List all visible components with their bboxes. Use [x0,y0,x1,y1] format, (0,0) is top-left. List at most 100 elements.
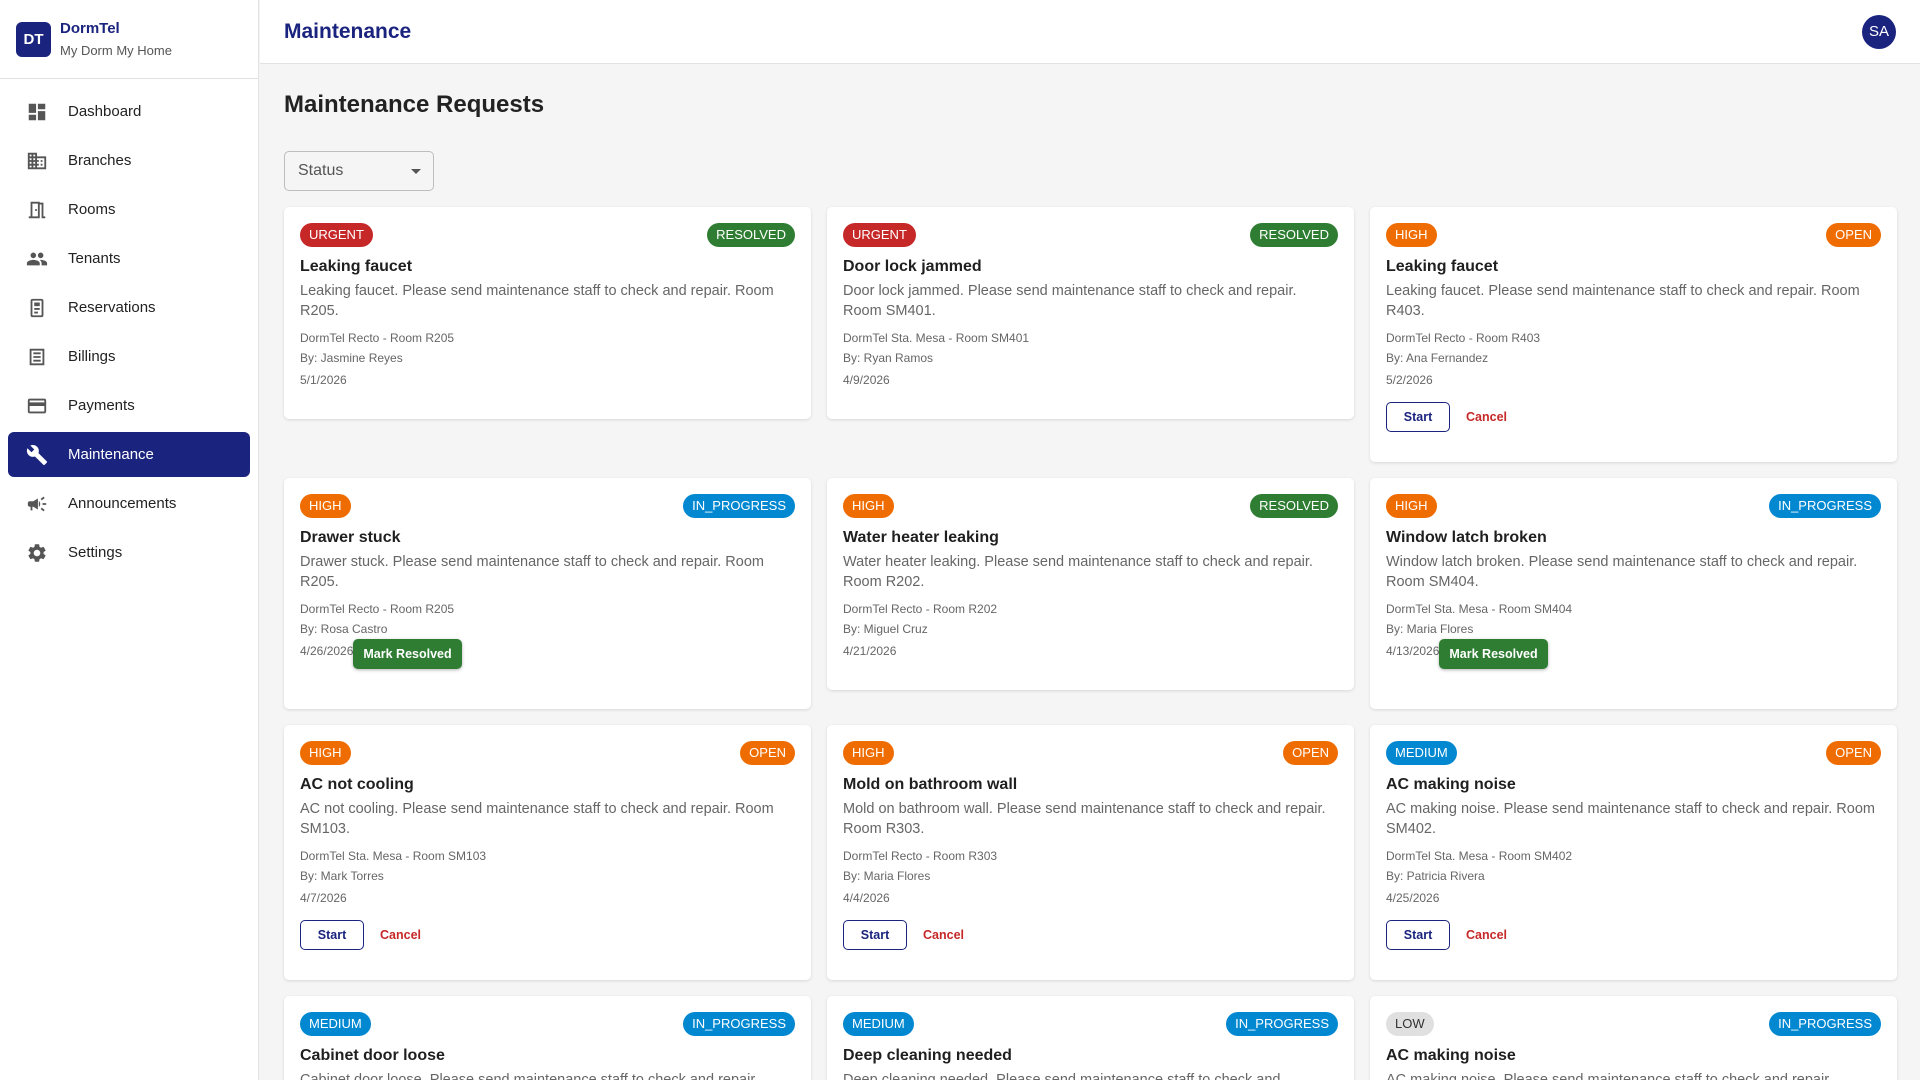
request-title: AC making noise [1386,776,1516,793]
chevron-down-icon [411,168,421,174]
status-filter-select[interactable]: Status [284,151,434,191]
request-date: 4/25/2026 [1386,891,1440,905]
request-title: Drawer stuck [300,529,401,546]
request-author: By: Maria Flores [1386,622,1474,636]
sidebar-item-label: Maintenance [68,446,154,463]
request-description: AC making noise. Please send maintenance… [1386,801,1875,837]
request-description: Window latch broken. Please send mainten… [1386,554,1858,590]
priority-badge: LOW [1386,1012,1434,1036]
request-author: By: Jasmine Reyes [300,351,403,365]
cancel-button[interactable]: Cancel [923,928,964,942]
request-description: Door lock jammed. Please send maintenanc… [843,283,1297,319]
request-description: Leaking faucet. Please send maintenance … [1386,283,1860,319]
priority-badge: URGENT [300,223,373,247]
start-button[interactable]: Start [1386,920,1450,950]
mark-resolved-button[interactable]: Mark Resolved [1439,639,1548,669]
status-badge: RESOLVED [1250,223,1338,247]
request-description: Drawer stuck. Please send maintenance st… [300,554,764,590]
people-icon [26,248,48,270]
request-author: By: Patricia Rivera [1386,869,1485,883]
status-badge: OPEN [1826,223,1881,247]
credit-card-icon [26,395,48,417]
door-icon [26,199,48,221]
request-author: By: Maria Flores [843,869,931,883]
request-card: MEDIUM IN_PROGRESS Cabinet door loose Cab… [284,996,811,1080]
sidebar-item-branches[interactable]: Branches [8,138,250,183]
sidebar-item-label: Billings [68,348,116,365]
request-location: DormTel Sta. Mesa - Room SM401 [843,331,1030,345]
request-description: Mold on bathroom wall. Please send maint… [843,801,1326,837]
request-location: DormTel Recto - Room R205 [300,602,455,616]
brand: DT DormTel My Dorm My Home [0,0,258,79]
status-badge: IN_PROGRESS [683,494,795,518]
cancel-button[interactable]: Cancel [1466,410,1507,424]
mark-resolved-button[interactable]: Mark Resolved [353,639,462,669]
page-title: Maintenance Requests [284,91,545,118]
cancel-button[interactable]: Cancel [380,928,421,942]
request-location: DormTel Recto - Room R202 [843,602,998,616]
request-card: LOW IN_PROGRESS AC making noise AC making… [1370,996,1897,1080]
start-button[interactable]: Start [1386,402,1450,432]
sidebar-item-tenants[interactable]: Tenants [8,236,250,281]
cancel-button[interactable]: Cancel [1466,928,1507,942]
sidebar-item-label: Payments [68,397,135,414]
sidebar-item-billings[interactable]: Billings [8,334,250,379]
sidebar-item-settings[interactable]: Settings [8,530,250,575]
start-button[interactable]: Start [300,920,364,950]
sidebar-item-label: Dashboard [68,103,142,120]
status-badge: OPEN [1283,741,1338,765]
priority-badge: HIGH [843,494,894,518]
request-title: Cabinet door loose [300,1047,445,1064]
sidebar-item-label: Branches [68,152,132,169]
request-description: AC making noise. Please send maintenance… [1386,1072,1833,1080]
top-bar: Maintenance SA [260,0,1920,64]
request-date: 4/7/2026 [300,891,347,905]
request-description: Water heater leaking. Please send mainte… [843,554,1313,590]
sidebar-item-label: Rooms [68,201,116,218]
sidebar-nav: Dashboard Branches Rooms Tenants Reserva… [0,79,258,575]
sidebar-item-maintenance[interactable]: Maintenance [8,432,250,477]
priority-badge: HIGH [300,741,351,765]
sidebar-item-announcements[interactable]: Announcements [8,481,250,526]
sidebar-item-payments[interactable]: Payments [8,383,250,428]
brand-logo: DT [16,21,51,57]
request-card: HIGH IN_PROGRESS Drawer stuck Drawer stuc… [284,478,811,709]
header-title: Maintenance [284,19,412,43]
request-card: HIGH RESOLVED Water heater leaking Water … [827,478,1354,690]
brand-tagline: My Dorm My Home [60,42,172,58]
request-card: MEDIUM OPEN AC making noise AC making noi… [1370,725,1897,980]
sidebar: DT DormTel My Dorm My Home Dashboard Bra… [0,0,259,1080]
status-badge: IN_PROGRESS [1769,494,1881,518]
sidebar-item-rooms[interactable]: Rooms [8,187,250,232]
status-badge: IN_PROGRESS [683,1012,795,1036]
request-date: 4/13/2026 [1386,644,1440,658]
request-date: 5/2/2026 [1386,373,1433,387]
receipt-icon [26,346,48,368]
request-card: MEDIUM IN_PROGRESS Deep cleaning needed D… [827,996,1354,1080]
priority-badge: HIGH [1386,223,1437,247]
main-content: Maintenance Requests Status URGENT RESOLV… [284,64,1898,1080]
sidebar-item-dashboard[interactable]: Dashboard [8,89,250,134]
request-date: 4/4/2026 [843,891,890,905]
sidebar-item-label: Reservations [68,299,156,316]
request-date: 4/9/2026 [843,373,890,387]
priority-badge: MEDIUM [843,1012,914,1036]
request-author: By: Miguel Cruz [843,622,928,636]
request-description: Deep cleaning needed. Please send mainte… [843,1072,1281,1080]
avatar[interactable]: SA [1862,14,1896,49]
request-title: Door lock jammed [843,258,982,275]
request-location: DormTel Sta. Mesa - Room SM103 [300,849,487,863]
request-title: Leaking faucet [1386,258,1499,275]
request-title: Window latch broken [1386,529,1547,546]
status-badge: OPEN [1826,741,1881,765]
request-title: AC not cooling [300,776,414,793]
request-location: DormTel Sta. Mesa - Room SM402 [1386,849,1573,863]
start-button[interactable]: Start [843,920,907,950]
priority-badge: MEDIUM [1386,741,1457,765]
request-title: Water heater leaking [843,529,999,546]
request-card: HIGH IN_PROGRESS Window latch broken Wind… [1370,478,1897,709]
sidebar-item-reservations[interactable]: Reservations [8,285,250,330]
status-badge: IN_PROGRESS [1769,1012,1881,1036]
status-badge: OPEN [740,741,795,765]
priority-badge: HIGH [1386,494,1437,518]
